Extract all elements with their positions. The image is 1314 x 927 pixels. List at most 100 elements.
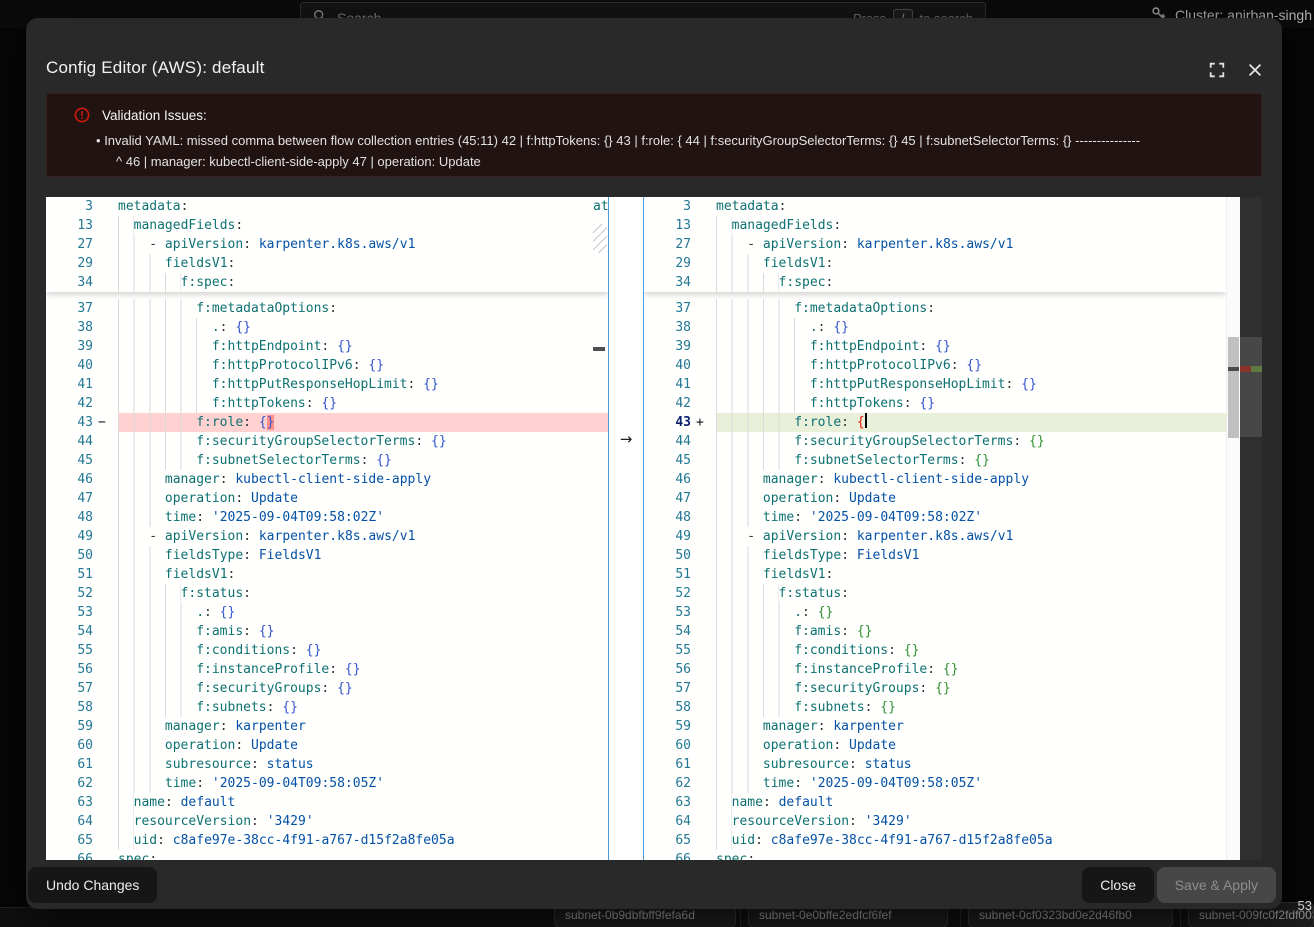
code-line[interactable]: 49- apiVersion: karpenter.k8s.aws/v1 bbox=[644, 527, 1226, 546]
diff-overview-ruler[interactable] bbox=[1240, 197, 1262, 860]
code-line[interactable]: 42f:httpTokens: {} bbox=[46, 394, 608, 413]
code-line[interactable]: 41f:httpPutResponseHopLimit: {} bbox=[644, 375, 1226, 394]
line-number: 52 bbox=[46, 584, 93, 603]
code-line[interactable]: 64resourceVersion: '3429' bbox=[644, 812, 1226, 831]
colon: : bbox=[849, 814, 857, 829]
sticky-line[interactable]: 29fieldsV1: bbox=[644, 254, 1226, 273]
colon: : bbox=[841, 529, 849, 544]
line-content: manager: kubectl-client-side-apply bbox=[716, 470, 1226, 489]
code-line[interactable]: 38.: {} bbox=[46, 318, 608, 337]
code-line[interactable]: 50fieldsType: FieldsV1 bbox=[46, 546, 608, 565]
minimap-text: at bbox=[593, 199, 608, 214]
code-area-original[interactable]: 37f:metadataOptions:38.: {}39f:httpEndpo… bbox=[46, 292, 608, 860]
close-button[interactable]: Close bbox=[1082, 867, 1154, 903]
code-line[interactable]: 39f:httpEndpoint: {} bbox=[46, 337, 608, 356]
colon: : bbox=[927, 662, 935, 677]
save-apply-button[interactable]: Save & Apply bbox=[1157, 867, 1276, 903]
yaml-value: {} bbox=[935, 681, 951, 696]
code-line[interactable]: 60operation: Update bbox=[644, 736, 1226, 755]
code-line[interactable]: 52f:status: bbox=[644, 584, 1226, 603]
space bbox=[935, 662, 943, 677]
code-line[interactable]: 40f:httpProtocolIPv6: {} bbox=[644, 356, 1226, 375]
code-line[interactable]: 63name: default bbox=[644, 793, 1226, 812]
code-line[interactable]: 51fieldsV1: bbox=[644, 565, 1226, 584]
code-line[interactable]: 55f:conditions: {} bbox=[644, 641, 1226, 660]
code-line[interactable]: 65uid: c8afe97e-38cc-4f91-a767-d15f2a8fe… bbox=[644, 831, 1226, 850]
vertical-scrollbar[interactable] bbox=[1226, 197, 1240, 860]
sticky-line[interactable]: 3metadata: bbox=[46, 197, 608, 216]
code-line[interactable]: 60operation: Update bbox=[46, 736, 608, 755]
sticky-line[interactable]: 34f:spec: bbox=[46, 273, 608, 292]
code-line[interactable]: 56f:instanceProfile: {} bbox=[644, 660, 1226, 679]
code-line[interactable]: 56f:instanceProfile: {} bbox=[46, 660, 608, 679]
code-line[interactable]: 55f:conditions: {} bbox=[46, 641, 608, 660]
line-number: 66 bbox=[46, 850, 93, 860]
sticky-line[interactable]: 3metadata: bbox=[644, 197, 1226, 216]
code-line[interactable]: 37f:metadataOptions: bbox=[46, 299, 608, 318]
line-number: 62 bbox=[644, 774, 691, 793]
overview-slider[interactable] bbox=[1240, 337, 1262, 437]
sticky-line[interactable]: 27- apiVersion: karpenter.k8s.aws/v1 bbox=[644, 235, 1226, 254]
code-line[interactable]: 50fieldsType: FieldsV1 bbox=[644, 546, 1226, 565]
code-line[interactable]: 47operation: Update bbox=[644, 489, 1226, 508]
code-line[interactable]: 63name: default bbox=[46, 793, 608, 812]
diff-pane-original[interactable]: 3metadata:13managedFields:27- apiVersion… bbox=[46, 197, 608, 860]
revert-change-arrow-button[interactable]: → bbox=[614, 430, 638, 449]
code-line[interactable]: 41f:httpPutResponseHopLimit: {} bbox=[46, 375, 608, 394]
code-line[interactable]: 46manager: kubectl-client-side-apply bbox=[46, 470, 608, 489]
code-line[interactable]: 61subresource: status bbox=[644, 755, 1226, 774]
colon: : bbox=[833, 218, 841, 233]
yaml-value: {} bbox=[857, 624, 873, 639]
yaml-value: Update bbox=[849, 491, 896, 506]
code-line[interactable]: 42f:httpTokens: {} bbox=[644, 394, 1226, 413]
code-line[interactable]: 39f:httpEndpoint: {} bbox=[644, 337, 1226, 356]
code-line[interactable]: 62time: '2025-09-04T09:58:05Z' bbox=[644, 774, 1226, 793]
code-line[interactable]: 48time: '2025-09-04T09:58:02Z' bbox=[46, 508, 608, 527]
code-line[interactable]: 47operation: Update bbox=[46, 489, 608, 508]
code-line[interactable]: 40f:httpProtocolIPv6: {} bbox=[46, 356, 608, 375]
undo-changes-button[interactable]: Undo Changes bbox=[28, 867, 157, 903]
code-line[interactable]: 57f:securityGroups: {} bbox=[46, 679, 608, 698]
sticky-line[interactable]: 27- apiVersion: karpenter.k8s.aws/v1 bbox=[46, 235, 608, 254]
code-line[interactable]: 44f:securityGroupSelectorTerms: {} bbox=[46, 432, 608, 451]
sticky-line[interactable]: 13managedFields: bbox=[644, 216, 1226, 235]
code-line[interactable]: 62time: '2025-09-04T09:58:05Z' bbox=[46, 774, 608, 793]
sticky-line[interactable]: 13managedFields: bbox=[46, 216, 608, 235]
code-line[interactable]: 59manager: karpenter bbox=[644, 717, 1226, 736]
diff-pane-modified[interactable]: 3metadata:13managedFields:27- apiVersion… bbox=[644, 197, 1226, 860]
code-line[interactable]: 66spec: bbox=[644, 850, 1226, 860]
code-line[interactable]: 53.: {} bbox=[46, 603, 608, 622]
code-line[interactable]: 46manager: kubectl-client-side-apply bbox=[644, 470, 1226, 489]
code-line[interactable]: 51fieldsV1: bbox=[46, 565, 608, 584]
code-line[interactable]: 52f:status: bbox=[46, 584, 608, 603]
code-line[interactable]: 61subresource: status bbox=[46, 755, 608, 774]
code-line[interactable]: 58f:subnets: {} bbox=[46, 698, 608, 717]
code-line[interactable]: 53.: {} bbox=[644, 603, 1226, 622]
code-line[interactable]: 45f:subnetSelectorTerms: {} bbox=[46, 451, 608, 470]
code-line[interactable]: 58f:subnets: {} bbox=[644, 698, 1226, 717]
code-line[interactable]: 45f:subnetSelectorTerms: {} bbox=[644, 451, 1226, 470]
code-line[interactable]: 57f:securityGroups: {} bbox=[644, 679, 1226, 698]
code-line[interactable]: 64resourceVersion: '3429' bbox=[46, 812, 608, 831]
indent-guides bbox=[716, 546, 763, 565]
code-line[interactable]: 43+f:role: { bbox=[644, 413, 1226, 432]
code-line[interactable]: 43−f:role: {} bbox=[46, 413, 608, 432]
line-content: .: {} bbox=[118, 603, 608, 622]
code-line[interactable]: 48time: '2025-09-04T09:58:02Z' bbox=[644, 508, 1226, 527]
scrollbar-thumb[interactable] bbox=[1228, 337, 1239, 438]
code-line[interactable]: 59manager: karpenter bbox=[46, 717, 608, 736]
code-line[interactable]: 49- apiVersion: karpenter.k8s.aws/v1 bbox=[46, 527, 608, 546]
sticky-line[interactable]: 34f:spec: bbox=[644, 273, 1226, 292]
code-line[interactable]: 38.: {} bbox=[644, 318, 1226, 337]
code-line[interactable]: 65uid: c8afe97e-38cc-4f91-a767-d15f2a8fe… bbox=[46, 831, 608, 850]
indent-guides bbox=[118, 432, 196, 451]
code-line[interactable]: 44f:securityGroupSelectorTerms: {} bbox=[644, 432, 1226, 451]
code-line[interactable]: 54f:amis: {} bbox=[644, 622, 1226, 641]
code-line[interactable]: 54f:amis: {} bbox=[46, 622, 608, 641]
code-area-modified[interactable]: 37f:metadataOptions:38.: {}39f:httpEndpo… bbox=[644, 292, 1226, 860]
sticky-line[interactable]: 29fieldsV1: bbox=[46, 254, 608, 273]
close-icon[interactable] bbox=[1244, 60, 1266, 82]
expand-icon[interactable] bbox=[1206, 60, 1228, 82]
code-line[interactable]: 66spec: bbox=[46, 850, 608, 860]
code-line[interactable]: 37f:metadataOptions: bbox=[644, 299, 1226, 318]
